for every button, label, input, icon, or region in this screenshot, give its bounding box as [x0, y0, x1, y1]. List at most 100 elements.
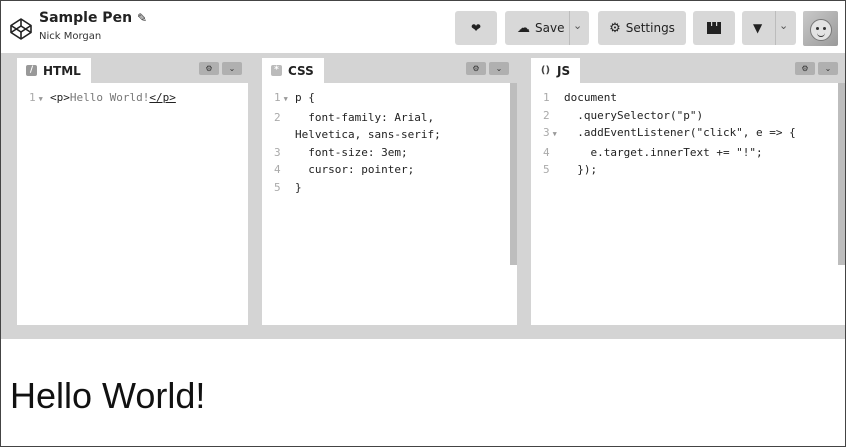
- line-number: 1: [543, 91, 550, 104]
- pencil-icon[interactable]: ✎: [137, 11, 147, 25]
- gear-icon[interactable]: ⚙: [199, 62, 219, 75]
- settings-label: Settings: [625, 21, 675, 35]
- avatar-eye: [823, 27, 826, 30]
- line-number: 2: [274, 110, 281, 124]
- scrollbar[interactable]: [510, 83, 517, 265]
- js-icon: (): [540, 65, 551, 76]
- author-name[interactable]: Nick Morgan: [39, 31, 101, 42]
- codepen-logo-icon[interactable]: [9, 17, 33, 41]
- code-text: e.target.innerText += "!";: [564, 145, 763, 159]
- pane-header: / HTML ⚙ ⌄: [17, 53, 248, 83]
- code-line: 4 e.target.innerText += "!";: [531, 144, 845, 162]
- gear-icon: ⚙: [609, 20, 621, 36]
- code-text: }: [295, 180, 302, 194]
- avatar-eye: [816, 27, 819, 30]
- save-label: Save: [535, 21, 565, 35]
- gear-icon[interactable]: ⚙: [795, 62, 815, 75]
- heart-icon: ❤: [470, 21, 482, 35]
- code-text: .addEventListener("click", e => {: [564, 126, 796, 139]
- result-preview[interactable]: Hello World!: [1, 339, 845, 446]
- editor-panes: / HTML ⚙ ⌄ 1 ▼ <p>Hello World!</p> * CSS…: [1, 53, 845, 325]
- avatar-face: [810, 19, 832, 41]
- code-line: 1 ▼ p {: [262, 89, 517, 109]
- avatar[interactable]: [803, 11, 838, 46]
- avatar-mouth: [817, 32, 825, 37]
- pane-controls: ⚙ ⌄: [196, 62, 242, 75]
- line-number: [262, 126, 295, 144]
- html-editor[interactable]: / HTML ⚙ ⌄ 1 ▼ <p>Hello World!</p>: [17, 53, 248, 325]
- heart-button[interactable]: ❤: [455, 11, 497, 45]
- tab-label: CSS: [288, 63, 314, 78]
- code-line: 1 document: [531, 89, 845, 107]
- code-text: font-family: Arial,: [295, 110, 435, 124]
- code-line: 2 .querySelector("p"): [531, 107, 845, 125]
- tab-label: JS: [557, 63, 571, 78]
- code-area[interactable]: 1 ▼ <p>Hello World!</p>: [17, 83, 248, 325]
- pane-controls: ⚙ ⌄: [792, 62, 838, 75]
- header: Sample Pen ✎ Nick Morgan ❤ ☁ Save ⌄ ⚙ Set…: [1, 1, 845, 53]
- code-line: 5}: [262, 179, 517, 197]
- divider: [775, 11, 776, 45]
- settings-button[interactable]: ⚙ Settings: [598, 11, 686, 45]
- line-number: 1 ▼: [274, 91, 288, 104]
- pane-header: () JS ⚙ ⌄: [531, 53, 845, 83]
- pin-button[interactable]: ▼ ⌄: [742, 11, 796, 45]
- code-line: 4 cursor: pointer;: [262, 161, 517, 179]
- line-number: 3: [274, 145, 281, 159]
- fold-icon[interactable]: ▼: [39, 95, 43, 103]
- pane-controls: ⚙ ⌄: [463, 62, 509, 75]
- html-icon: /: [26, 65, 37, 76]
- code-line: 1 ▼ <p>Hello World!</p>: [17, 89, 248, 109]
- pane-header: * CSS ⚙ ⌄: [262, 53, 517, 83]
- line-number: 4: [543, 145, 550, 159]
- js-editor[interactable]: () JS ⚙ ⌄ 1 document 2 .querySelector("p"…: [531, 53, 845, 325]
- fold-icon[interactable]: ▼: [284, 95, 288, 103]
- tab-html[interactable]: / HTML: [17, 58, 91, 83]
- line-number: 3 ▼: [543, 126, 557, 139]
- line-number: 5: [543, 163, 550, 176]
- code-area[interactable]: 1 ▼ p { 2 font-family: Arial, Helvetica, s…: [262, 83, 517, 325]
- chevron-down-icon[interactable]: ⌄: [222, 62, 242, 75]
- cloud-icon: ☁: [517, 20, 530, 36]
- divider: [569, 11, 570, 45]
- gear-icon[interactable]: ⚙: [466, 62, 486, 75]
- tab-js[interactable]: () JS: [531, 58, 581, 83]
- code-text: .querySelector("p"): [564, 108, 704, 122]
- pin-icon: ▼: [753, 21, 763, 35]
- resize-divider[interactable]: [1, 325, 845, 339]
- result-text[interactable]: Hello World!: [10, 375, 205, 417]
- code-text: });: [564, 163, 598, 176]
- fold-icon[interactable]: ▼: [553, 130, 557, 138]
- code-line: 2 font-family: Arial,: [262, 109, 517, 127]
- code-text: font-size: 3em;: [295, 145, 408, 159]
- code-text: <p>Hello World!</p>: [50, 91, 176, 104]
- pen-title[interactable]: Sample Pen ✎: [39, 10, 147, 26]
- chevron-down-icon[interactable]: ⌄: [489, 62, 509, 75]
- code-line: 3 ▼ .addEventListener("click", e => {: [531, 124, 845, 144]
- code-line: 3 font-size: 3em;: [262, 144, 517, 162]
- save-button[interactable]: ☁ Save ⌄: [505, 11, 589, 45]
- pen-title-text: Sample Pen: [39, 10, 133, 26]
- css-editor[interactable]: * CSS ⚙ ⌄ 1 ▼ p { 2 font-family: Arial, He…: [262, 53, 517, 325]
- tab-label: HTML: [43, 63, 81, 78]
- layout-icon: [707, 22, 721, 34]
- change-view-button[interactable]: [693, 11, 735, 45]
- scrollbar[interactable]: [838, 83, 845, 265]
- code-text: p {: [295, 91, 315, 104]
- chevron-down-icon[interactable]: ⌄: [573, 19, 582, 32]
- chevron-down-icon[interactable]: ⌄: [818, 62, 838, 75]
- line-number: 4: [274, 163, 281, 176]
- tab-css[interactable]: * CSS: [262, 58, 324, 83]
- code-text: cursor: pointer;: [295, 163, 415, 176]
- codepen-window: Sample Pen ✎ Nick Morgan ❤ ☁ Save ⌄ ⚙ Set…: [0, 0, 846, 447]
- chevron-down-icon[interactable]: ⌄: [779, 19, 788, 32]
- css-icon: *: [271, 65, 282, 76]
- code-text: Helvetica, sans-serif;: [295, 128, 441, 141]
- line-number: 5: [274, 180, 281, 194]
- code-line: 5 });: [531, 161, 845, 179]
- line-number: 2: [543, 108, 550, 122]
- line-number: 1 ▼: [29, 91, 43, 104]
- code-line: Helvetica, sans-serif;: [262, 126, 517, 144]
- code-area[interactable]: 1 document 2 .querySelector("p") 3 ▼ .addE…: [531, 83, 845, 325]
- code-text: document: [564, 91, 617, 104]
